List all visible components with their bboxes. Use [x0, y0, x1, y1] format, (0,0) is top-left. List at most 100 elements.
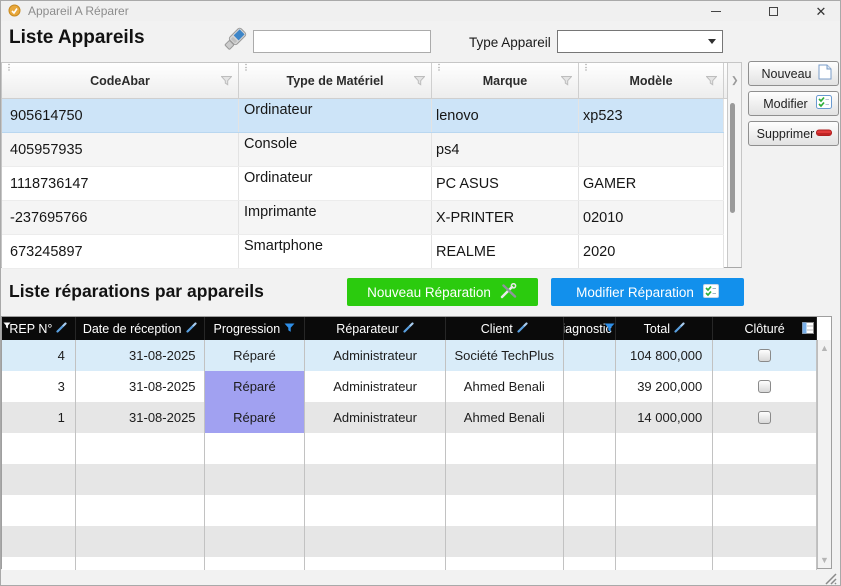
empty-cell: [446, 526, 564, 557]
filter-edit-icon[interactable]: [403, 322, 414, 336]
cloture-checkbox[interactable]: [758, 349, 771, 362]
cell-cloture: [713, 371, 817, 402]
filter-icon[interactable]: [221, 75, 232, 89]
cell-client: Ahmed Benali: [446, 371, 564, 402]
column-label: Modèle: [629, 74, 672, 88]
column-header-date[interactable]: Date de réception: [76, 317, 205, 340]
column-header-diagnostic[interactable]: Diagnostic: [564, 317, 617, 340]
scroll-up-icon[interactable]: ▲: [820, 343, 829, 353]
cloture-checkbox[interactable]: [758, 411, 771, 424]
checklist-icon: [703, 284, 719, 301]
column-header-modele[interactable]: ⋮ Modèle: [579, 63, 724, 98]
cell-marque: ps4: [432, 133, 579, 166]
empty-cell: [564, 526, 617, 557]
column-header-client[interactable]: Client: [446, 317, 564, 340]
cell-marque: PC ASUS: [432, 167, 579, 200]
minimize-button[interactable]: [702, 1, 730, 21]
cell-date: 31-08-2025: [76, 340, 205, 371]
nouveau-button[interactable]: Nouveau: [748, 61, 839, 86]
empty-cell: [205, 433, 306, 464]
column-header-type[interactable]: ⋮ Type de Matériel: [239, 63, 432, 98]
vertical-scrollbar[interactable]: ▲ ▼: [817, 340, 831, 568]
cell-type: Ordinateur: [239, 167, 432, 200]
cell-progression: Réparé: [205, 402, 306, 433]
cell-type: Imprimante: [239, 201, 432, 234]
column-label: Date de réception: [83, 322, 182, 336]
column-header-rep[interactable]: REP N°: [2, 317, 76, 340]
column-drag-handle: ⋮: [242, 64, 250, 72]
column-chooser-icon[interactable]: [802, 322, 814, 337]
modifier-reparation-button[interactable]: Modifier Réparation: [551, 278, 744, 306]
column-drag-handle: ⋮: [435, 64, 443, 72]
cloture-checkbox[interactable]: [758, 380, 771, 393]
table-row[interactable]: 1118736147 Ordinateur PC ASUS GAMER: [2, 167, 724, 201]
cell-codeabar: 405957935: [2, 133, 239, 166]
column-header-reparateur[interactable]: Réparateur: [305, 317, 446, 340]
modifier-button[interactable]: Modifier: [748, 91, 839, 116]
filter-edit-icon[interactable]: [56, 322, 67, 336]
filter-icon[interactable]: [561, 75, 572, 89]
column-header-total[interactable]: Total: [616, 317, 713, 340]
search-input[interactable]: [253, 30, 431, 53]
empty-row: [2, 433, 817, 464]
cell-modele: 02010: [579, 201, 724, 234]
empty-cell: [205, 464, 306, 495]
column-header-marque[interactable]: ⋮ Marque: [432, 63, 579, 98]
column-label: Clôturé: [744, 322, 784, 336]
reparations-grid: REP N° Date de réception Progression Rép…: [1, 316, 832, 569]
appareils-grid-header: ⋮ CodeAbar ⋮ Type de Matériel ⋮ Marque ⋮…: [2, 63, 728, 99]
table-row[interactable]: 3 31-08-2025 Réparé Administrateur Ahmed…: [2, 371, 817, 402]
scrollbar-thumb[interactable]: [730, 103, 735, 213]
cell-reparateur: Administrateur: [305, 371, 446, 402]
close-button[interactable]: ✕: [807, 1, 835, 21]
empty-cell: [76, 495, 205, 526]
column-label: Progression: [214, 322, 281, 336]
filter-icon[interactable]: [706, 75, 717, 89]
table-row[interactable]: 1 31-08-2025 Réparé Administrateur Ahmed…: [2, 402, 817, 433]
supprimer-button[interactable]: Supprimer: [748, 121, 839, 146]
empty-cell: [446, 433, 564, 464]
modifier-button-label: Modifier: [755, 97, 816, 111]
filter-edit-icon[interactable]: [186, 322, 197, 336]
empty-cell: [305, 557, 446, 570]
nouveau-reparation-button[interactable]: Nouveau Réparation: [347, 278, 538, 306]
table-row[interactable]: -237695766 Imprimante X-PRINTER 02010: [2, 201, 724, 235]
scroll-down-icon[interactable]: ▼: [820, 555, 829, 565]
table-row[interactable]: 4 31-08-2025 Réparé Administrateur Socié…: [2, 340, 817, 371]
cell-type: Console: [239, 133, 432, 166]
cell-client: Ahmed Benali: [446, 402, 564, 433]
type-appareil-select[interactable]: [557, 30, 723, 53]
column-label: Réparateur: [336, 322, 399, 336]
empty-cell: [205, 495, 306, 526]
filter-edit-icon[interactable]: [674, 322, 685, 336]
empty-cell: [713, 526, 817, 557]
table-row[interactable]: 405957935 Console ps4: [2, 133, 724, 167]
cell-cloture: [713, 402, 817, 433]
tools-icon: [500, 283, 518, 302]
cell-diagnostic: [564, 371, 617, 402]
resize-grip[interactable]: [823, 571, 837, 586]
cell-progression: Réparé: [205, 371, 306, 402]
table-row[interactable]: 673245897 Smartphone REALME 2020: [2, 235, 724, 269]
filter-active-icon[interactable]: [284, 322, 295, 336]
column-header-progression[interactable]: Progression: [205, 317, 306, 340]
cell-type: Ordinateur: [239, 99, 432, 132]
maximize-button[interactable]: [759, 1, 787, 21]
table-row[interactable]: 905614750 Ordinateur lenovo xp523: [2, 99, 724, 133]
reparations-grid-header: REP N° Date de réception Progression Rép…: [2, 317, 817, 340]
empty-cell: [2, 433, 76, 464]
empty-cell: [446, 464, 564, 495]
checklist-icon: [816, 95, 832, 112]
minimize-icon: [711, 11, 721, 12]
filter-icon[interactable]: [414, 75, 425, 89]
filter-edit-icon[interactable]: [517, 322, 528, 336]
empty-cell: [616, 495, 713, 526]
close-icon: ✕: [816, 5, 827, 18]
column-header-codeabar[interactable]: ⋮ CodeAbar: [2, 63, 239, 98]
barcode-scanner-icon: [220, 26, 248, 59]
filter-active-icon[interactable]: [604, 322, 615, 336]
cell-type: Smartphone: [239, 235, 432, 268]
column-header-cloture[interactable]: Clôturé: [713, 317, 817, 340]
vertical-scrollbar[interactable]: ❯: [727, 63, 741, 267]
empty-cell: [713, 464, 817, 495]
